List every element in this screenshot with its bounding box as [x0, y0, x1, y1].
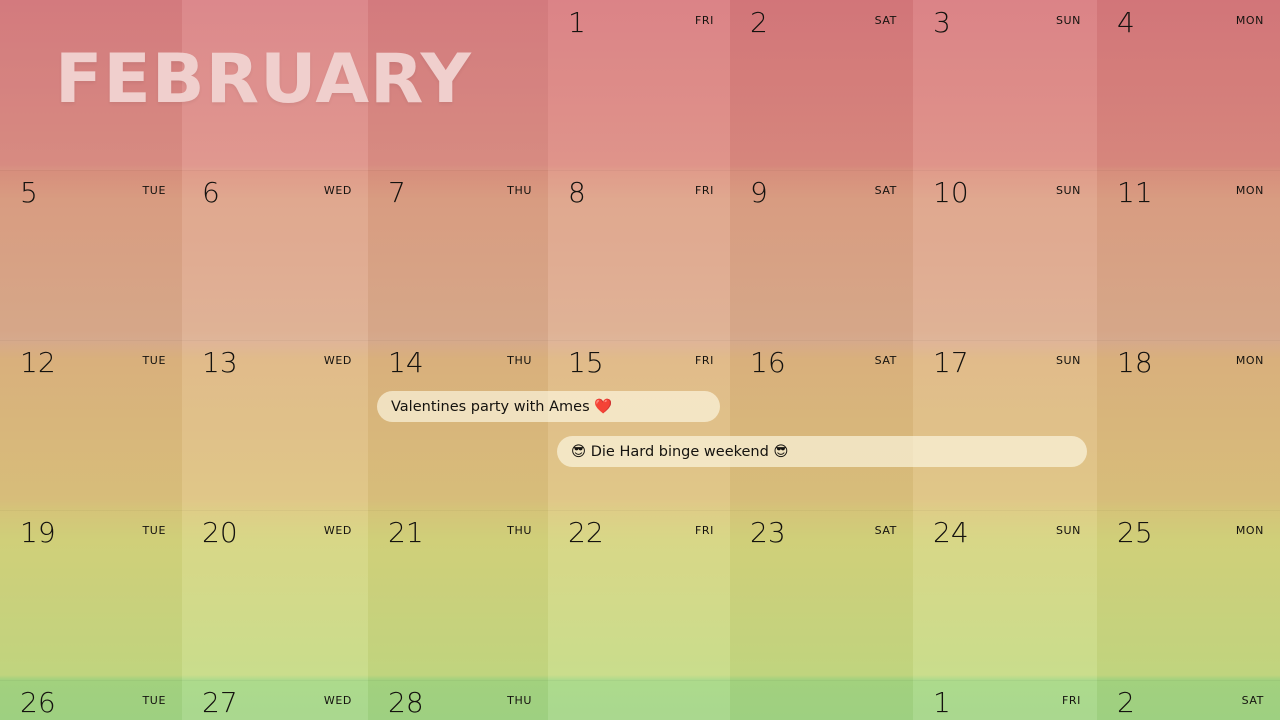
day-cell[interactable]: 21 THU: [368, 510, 548, 680]
day-number: 6: [202, 176, 220, 209]
day-cell[interactable]: 13 WED: [182, 340, 368, 510]
day-cell[interactable]: 24 SUN: [913, 510, 1097, 680]
day-cell[interactable]: 22 FRI: [548, 510, 730, 680]
day-cell[interactable]: 28 THU: [368, 680, 548, 720]
day-number: 20: [202, 516, 238, 549]
weekday-label: SAT: [874, 14, 897, 27]
day-cell[interactable]: 23 SAT: [730, 510, 913, 680]
day-number: 15: [568, 346, 604, 379]
day-cell[interactable]: 16 SAT: [730, 340, 913, 510]
day-cell[interactable]: 8 FRI: [548, 170, 730, 340]
month-title-block: FEBRUARY: [0, 0, 548, 170]
day-number: 26: [20, 686, 56, 719]
day-number: 2: [750, 6, 768, 39]
day-cell[interactable]: 7 THU: [368, 170, 548, 340]
calendar-grid: FEBRUARY 1 FRI 2 SAT 3 SUN 4 MON 5 TUE 6 WED 7 THU 8 FR…: [0, 0, 1280, 720]
weekday-label: THU: [507, 524, 532, 537]
day-number: 24: [933, 516, 969, 549]
weekday-label: FRI: [694, 14, 714, 27]
day-number: 17: [933, 346, 969, 379]
day-cell[interactable]: 6 WED: [182, 170, 368, 340]
weekday-label: SUN: [1055, 184, 1081, 197]
day-number: 12: [20, 346, 56, 379]
day-cell[interactable]: 20 WED: [182, 510, 368, 680]
day-cell[interactable]: 10 SUN: [913, 170, 1097, 340]
weekday-label: WED: [323, 184, 352, 197]
day-number: 4: [1117, 6, 1135, 39]
day-number: 2: [1117, 686, 1135, 719]
day-cell[interactable]: 11 MON: [1097, 170, 1280, 340]
day-cell[interactable]: 26 TUE: [0, 680, 182, 720]
weekday-label: FRI: [1061, 694, 1081, 707]
event-pill[interactable]: 😎 Die Hard binge weekend 😎: [557, 436, 1087, 467]
day-number: 27: [202, 686, 238, 719]
day-number: 25: [1117, 516, 1153, 549]
day-number: 16: [750, 346, 786, 379]
day-number: 19: [20, 516, 56, 549]
day-cell[interactable]: 18 MON: [1097, 340, 1280, 510]
day-cell[interactable]: 27 WED: [182, 680, 368, 720]
weekday-label: MON: [1235, 14, 1264, 27]
weekday-label: WED: [323, 354, 352, 367]
day-number: 7: [388, 176, 406, 209]
weekday-label: SAT: [874, 354, 897, 367]
day-number: 1: [568, 6, 586, 39]
day-cell[interactable]: 15 FRI: [548, 340, 730, 510]
day-cell[interactable]: 2 SAT: [730, 0, 913, 170]
day-number: 8: [568, 176, 586, 209]
day-cell[interactable]: 4 MON: [1097, 0, 1280, 170]
weekday-label: SAT: [1241, 694, 1264, 707]
weekday-label: TUE: [142, 524, 166, 537]
day-number: 23: [750, 516, 786, 549]
weekday-label: SAT: [874, 184, 897, 197]
day-number: 11: [1117, 176, 1153, 209]
page-title: FEBRUARY: [55, 40, 472, 119]
weekday-label: WED: [323, 694, 352, 707]
weekday-label: THU: [507, 354, 532, 367]
weekday-label: TUE: [142, 184, 166, 197]
event-pill[interactable]: Valentines party with Ames ❤️: [377, 391, 720, 422]
day-number: 14: [388, 346, 424, 379]
day-number: 28: [388, 686, 424, 719]
weekday-label: WED: [323, 524, 352, 537]
day-cell[interactable]: 1 FRI: [913, 680, 1097, 720]
weekday-label: TUE: [142, 354, 166, 367]
day-cell[interactable]: 2 SAT: [1097, 680, 1280, 720]
day-cell[interactable]: 19 TUE: [0, 510, 182, 680]
day-cell[interactable]: 12 TUE: [0, 340, 182, 510]
weekday-label: SAT: [874, 524, 897, 537]
weekday-label: THU: [507, 184, 532, 197]
weekday-label: MON: [1235, 184, 1264, 197]
day-number: 21: [388, 516, 424, 549]
day-number: 1: [933, 686, 951, 719]
weekday-label: MON: [1235, 524, 1264, 537]
day-cell[interactable]: 17 SUN: [913, 340, 1097, 510]
day-cell[interactable]: 14 THU: [368, 340, 548, 510]
day-cell[interactable]: 9 SAT: [730, 170, 913, 340]
weekday-label: TUE: [142, 694, 166, 707]
weekday-label: THU: [507, 694, 532, 707]
day-number: 22: [568, 516, 604, 549]
day-number: 10: [933, 176, 969, 209]
day-number: 3: [933, 6, 951, 39]
day-cell[interactable]: 3 SUN: [913, 0, 1097, 170]
day-number: 13: [202, 346, 238, 379]
weekday-label: SUN: [1055, 524, 1081, 537]
weekday-label: SUN: [1055, 14, 1081, 27]
weekday-label: FRI: [694, 524, 714, 537]
day-cell[interactable]: 5 TUE: [0, 170, 182, 340]
day-number: 9: [750, 176, 768, 209]
weekday-label: FRI: [694, 184, 714, 197]
day-cell[interactable]: 1 FRI: [548, 0, 730, 170]
weekday-label: MON: [1235, 354, 1264, 367]
weekday-label: FRI: [694, 354, 714, 367]
day-cell[interactable]: 25 MON: [1097, 510, 1280, 680]
day-number: 5: [20, 176, 38, 209]
weekday-label: SUN: [1055, 354, 1081, 367]
day-number: 18: [1117, 346, 1153, 379]
